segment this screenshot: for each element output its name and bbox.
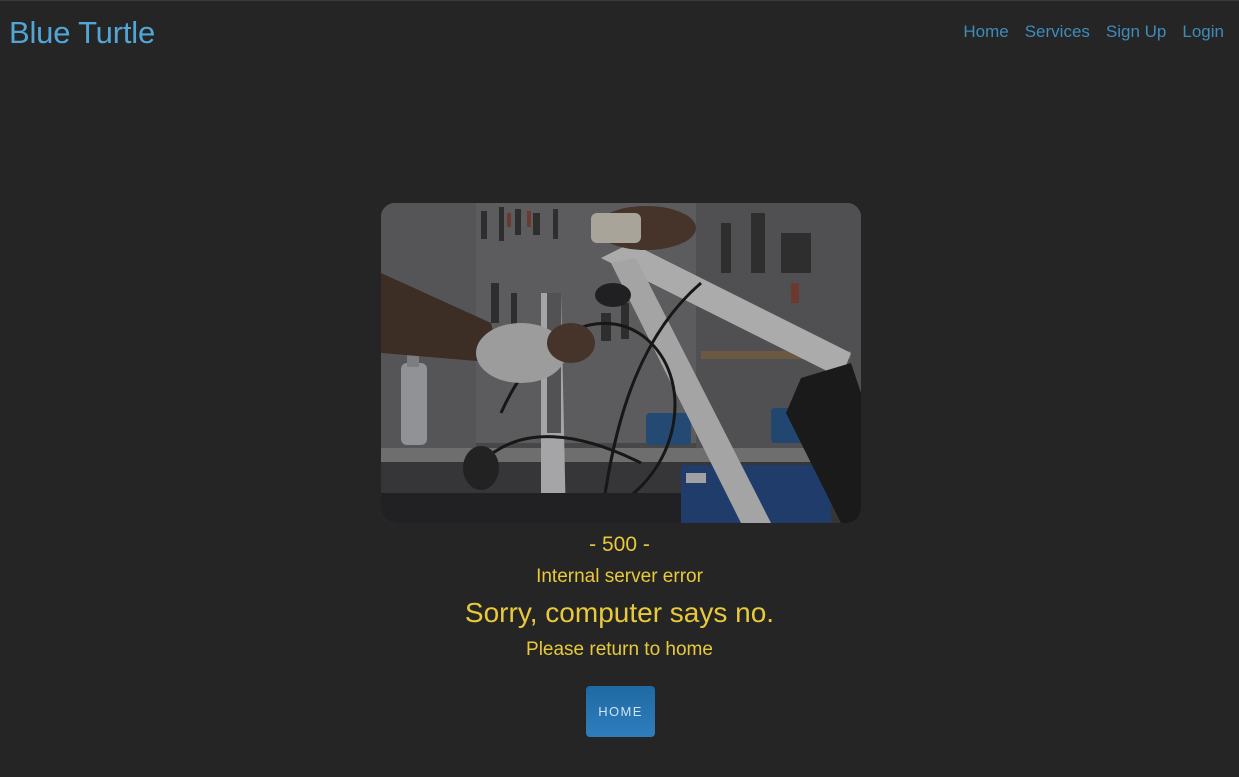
error-title: Internal server error (536, 566, 703, 587)
nav-link-sign-up[interactable]: Sign Up (1106, 22, 1166, 42)
nav-link-login[interactable]: Login (1182, 22, 1224, 42)
home-button[interactable]: HOME (586, 686, 655, 737)
nav-link-home[interactable]: Home (963, 22, 1008, 42)
nav-links: Home Services Sign Up Login (963, 22, 1224, 42)
error-message: Please return to home (526, 639, 713, 660)
brand-logo[interactable]: Blue Turtle (9, 15, 155, 51)
error-page: Blue Turtle Home Services Sign Up Login (0, 0, 1239, 777)
error-code: - 500 - (589, 533, 650, 556)
bike-repair-image (381, 203, 861, 523)
nav-link-services[interactable]: Services (1025, 22, 1090, 42)
navbar: Blue Turtle Home Services Sign Up Login (0, 1, 1239, 65)
error-headline: Sorry, computer says no. (464, 597, 775, 628)
